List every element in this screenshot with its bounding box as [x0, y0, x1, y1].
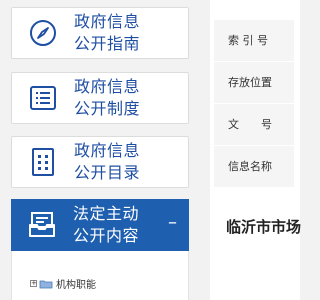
expand-icon[interactable]: + [30, 280, 37, 287]
table-row: 文 号 [214, 104, 300, 146]
row-key: 信息名称 [214, 146, 294, 187]
row-key: 文 号 [214, 104, 294, 145]
sidebar-item-rules[interactable]: 政府信息 公开制度 [11, 72, 189, 124]
sidebar-item-label: 政府信息 公开制度 [74, 77, 141, 118]
document-title: 临沂市市场 [226, 218, 302, 236]
collapse-toggle[interactable]: – [168, 212, 177, 233]
table-row: 信息名称 [214, 146, 300, 188]
main-content: 索 引 号 存放位置 文 号 信息名称 临沂市市场 [210, 0, 302, 300]
table-row: 存放位置 [214, 62, 300, 104]
row-value [294, 146, 300, 187]
row-value [294, 104, 300, 145]
tree-node-label: 机构职能 [56, 280, 96, 291]
mail-tray-icon [11, 199, 73, 251]
sidebar: 政府信息 公开指南 政府信息 公开制度 政府信息 公开目录 法定主动 公开内容 … [0, 0, 200, 300]
info-table: 索 引 号 存放位置 文 号 信息名称 [214, 20, 300, 188]
sidebar-item-catalog[interactable]: 政府信息 公开目录 [11, 136, 189, 188]
sidebar-item-active-disclosure[interactable]: 法定主动 公开内容 – [11, 199, 189, 251]
row-key: 存放位置 [214, 62, 294, 103]
tree-node-function[interactable]: + 机构职能 [30, 276, 96, 291]
row-key: 索 引 号 [214, 20, 294, 61]
tree-panel: + 机构职能 [11, 251, 189, 300]
sidebar-item-guide[interactable]: 政府信息 公开指南 [11, 7, 189, 59]
sidebar-item-label: 政府信息 公开指南 [74, 12, 141, 53]
grid-catalog-icon [12, 137, 74, 187]
list-document-icon [12, 73, 74, 123]
table-row: 索 引 号 [214, 20, 300, 62]
row-value [294, 62, 300, 103]
compass-icon [12, 8, 74, 58]
sidebar-item-label: 政府信息 公开目录 [74, 141, 141, 182]
folder-icon [39, 280, 53, 288]
sidebar-item-label: 法定主动 公开内容 [73, 204, 140, 245]
row-value [294, 20, 300, 61]
